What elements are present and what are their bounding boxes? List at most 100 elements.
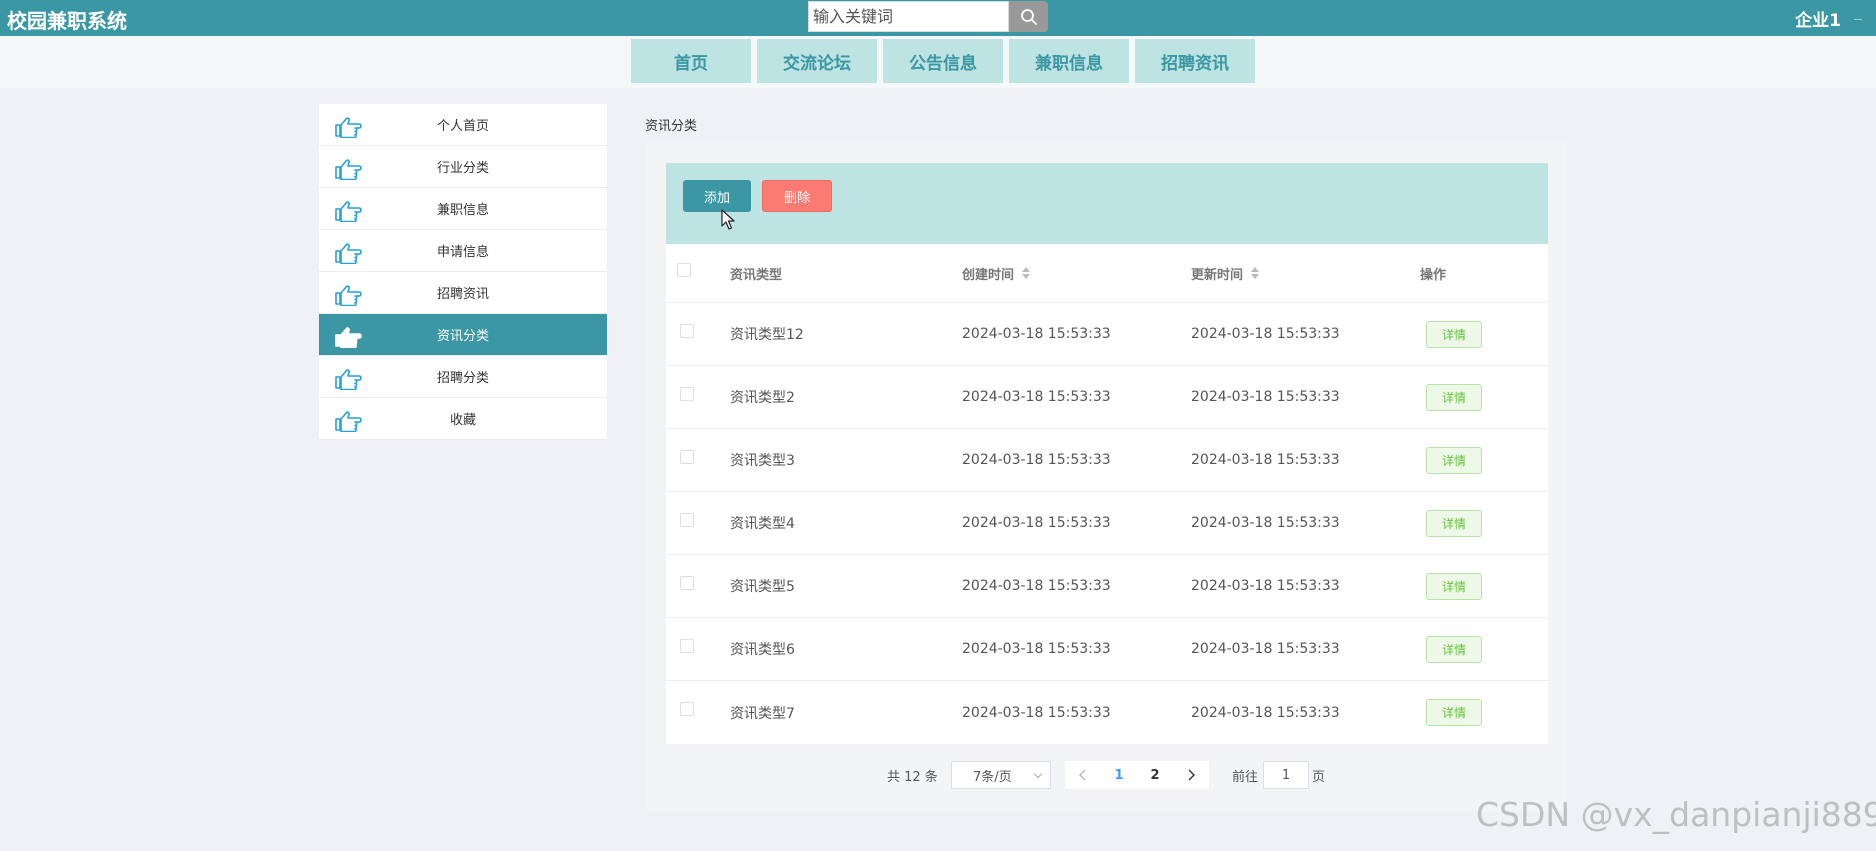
breadcrumb: 资讯分类 [645,119,698,134]
sort-icon[interactable] [1022,267,1031,279]
row-checkbox[interactable] [680,639,694,653]
table-header: 资讯类型 创建时间 更新时间 操作 [666,244,1548,303]
prev-page-button[interactable] [1065,761,1101,789]
search-input[interactable] [808,1,1009,32]
add-button[interactable]: 添加 [683,180,751,212]
sidebar-item-label: 兼职信息 [436,203,489,218]
row-checkbox[interactable] [680,513,694,527]
nav-jobs[interactable]: 兼职信息 [1009,39,1129,83]
chevron-left-icon [1079,769,1086,781]
detail-button[interactable]: 详情 [1426,572,1482,600]
sidebar-item-label: 申请信息 [436,245,489,260]
cell-updated: 2024-03-18 15:53:33 [1191,704,1340,721]
detail-button[interactable]: 详情 [1426,383,1482,411]
cell-updated: 2024-03-18 15:53:33 [1191,578,1340,594]
mouse-cursor-icon [721,209,735,230]
pagination-total: 共 12 条 [887,769,938,785]
sidebar-item-recruit-category[interactable]: 招聘分类 [319,356,607,398]
cell-created: 2024-03-18 15:53:33 [962,515,1111,531]
sort-icon[interactable] [1251,267,1260,279]
sidebar: 个人首页 行业分类 兼职信息 申请信息 招聘资讯 资讯分类 招聘分类 收藏 [319,104,607,440]
column-header-action: 操作 [1420,267,1447,283]
search-box [808,1,1048,32]
watermark: CSDN @vx_danpianji889 [1476,795,1876,834]
cell-created: 2024-03-18 15:53:33 [962,389,1111,405]
cell-type: 资讯类型7 [730,705,795,722]
user-menu[interactable]: 企业1 [1795,6,1841,31]
goto-page-input[interactable] [1263,761,1309,789]
next-page-button[interactable] [1173,761,1209,789]
pointing-hand-icon [335,159,362,180]
cell-created: 2024-03-18 15:53:33 [962,578,1111,594]
sidebar-item-label: 招聘分类 [436,371,489,386]
cell-type: 资讯类型6 [730,642,795,658]
table-row: 资讯类型6 2024-03-18 15:53:33 2024-03-18 15:… [666,618,1548,681]
table-row: 资讯类型5 2024-03-18 15:53:33 2024-03-18 15:… [666,555,1548,618]
cell-updated: 2024-03-18 15:53:33 [1191,515,1340,531]
sidebar-item-favorites[interactable]: 收藏 [319,398,607,440]
cell-type: 资讯类型5 [730,579,795,595]
nav-forum[interactable]: 交流论坛 [757,39,877,83]
row-checkbox[interactable] [680,324,694,338]
detail-button[interactable]: 详情 [1426,509,1482,537]
cell-updated: 2024-03-18 15:53:33 [1191,389,1340,405]
delete-button[interactable]: 删除 [762,180,832,212]
table-row: 资讯类型7 2024-03-18 15:53:33 2024-03-18 15:… [666,681,1548,744]
page-size-select[interactable]: 7条/页 [951,761,1051,789]
select-all-checkbox[interactable] [677,263,691,277]
column-header-updated[interactable]: 更新时间 [1191,244,1260,302]
sidebar-item-applications[interactable]: 申请信息 [319,230,607,272]
main-nav: 首页 交流论坛 公告信息 兼职信息 招聘资讯 [631,39,1255,83]
table-row: 资讯类型2 2024-03-18 15:53:33 2024-03-18 15:… [666,366,1548,429]
page-2-button[interactable]: 2 [1137,761,1173,789]
pointing-hand-icon [335,243,362,264]
sidebar-item-recruit-news[interactable]: 招聘资讯 [319,272,607,314]
sidebar-item-jobs[interactable]: 兼职信息 [319,188,607,230]
goto-suffix: 页 [1312,769,1326,785]
row-checkbox[interactable] [680,450,694,464]
detail-button[interactable]: 详情 [1426,635,1482,663]
row-checkbox[interactable] [680,387,694,401]
top-bar: 校园兼职系统 企业1 [0,0,1876,36]
pointing-hand-icon [335,369,362,390]
sidebar-item-profile[interactable]: 个人首页 [319,104,607,146]
pointing-hand-icon [335,285,362,306]
cell-type: 资讯类型4 [730,516,795,532]
detail-button[interactable]: 详情 [1426,446,1482,474]
table-row: 资讯类型3 2024-03-18 15:53:33 2024-03-18 15:… [666,429,1548,492]
cell-type: 资讯类型12 [730,327,804,343]
sidebar-item-label: 收藏 [449,413,476,428]
sidebar-item-industry[interactable]: 行业分类 [319,146,607,188]
pager: 1 2 [1065,761,1209,789]
column-header-label: 创建时间 [962,267,1015,283]
row-checkbox[interactable] [680,576,694,590]
pointing-hand-icon [335,411,362,432]
site-title: 校园兼职系统 [7,9,127,33]
page-size-value: 7条/页 [973,769,1012,785]
page-1-button[interactable]: 1 [1101,761,1137,789]
cell-created: 2024-03-18 15:53:33 [962,326,1111,342]
row-checkbox[interactable] [680,702,694,716]
sidebar-item-news-category[interactable]: 资讯分类 [319,314,607,356]
cell-updated: 2024-03-18 15:53:33 [1191,452,1340,468]
nav-notice[interactable]: 公告信息 [883,39,1003,83]
cell-updated: 2024-03-18 15:53:33 [1191,326,1340,342]
search-icon [1020,8,1037,25]
column-header-created[interactable]: 创建时间 [962,244,1031,302]
cell-updated: 2024-03-18 15:53:33 [1191,641,1340,657]
cell-created: 2024-03-18 15:53:33 [962,704,1111,721]
detail-button[interactable]: 详情 [1426,320,1482,348]
table-row: 资讯类型4 2024-03-18 15:53:33 2024-03-18 15:… [666,492,1548,555]
pointing-hand-icon [335,117,362,138]
nav-home[interactable]: 首页 [631,39,751,83]
chevron-right-icon [1188,769,1195,781]
chevron-down-icon [1033,769,1043,779]
cell-type: 资讯类型2 [730,390,795,406]
pointing-hand-icon [335,201,362,222]
table-row: 资讯类型12 2024-03-18 15:53:33 2024-03-18 15… [666,303,1548,366]
search-button[interactable] [1009,1,1048,32]
column-header-type: 资讯类型 [730,267,783,283]
detail-button[interactable]: 详情 [1426,699,1482,726]
nav-recruit-news[interactable]: 招聘资讯 [1135,39,1255,83]
cell-created: 2024-03-18 15:53:33 [962,641,1111,657]
